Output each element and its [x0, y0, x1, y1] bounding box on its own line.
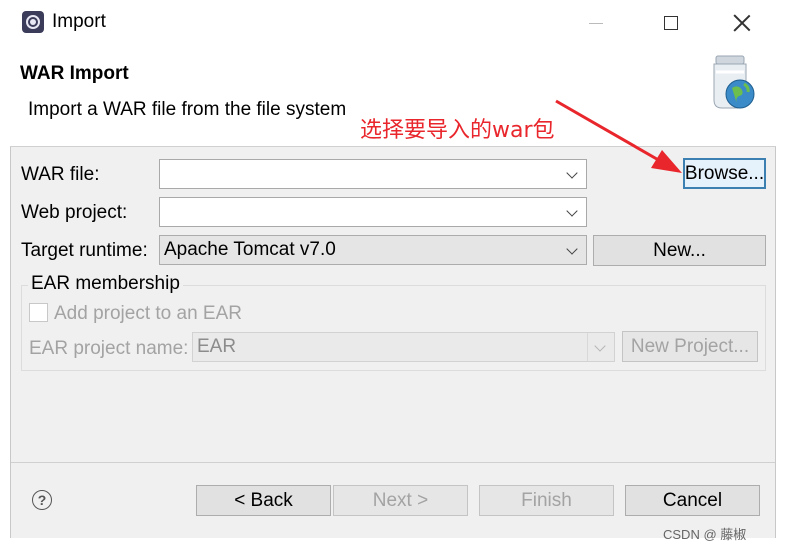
- annotation-arrow: [555, 99, 682, 173]
- watermark: CSDN @ 藤椒: [663, 527, 747, 542]
